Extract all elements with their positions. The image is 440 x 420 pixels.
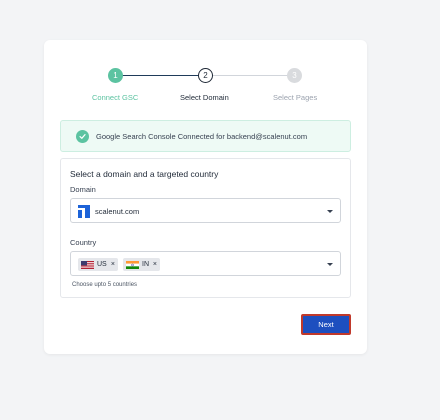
- chevron-down-icon[interactable]: [327, 210, 333, 213]
- step-3-indicator: 3: [287, 68, 302, 83]
- step-2-indicator: 2: [198, 68, 213, 83]
- country-multiselect[interactable]: US × IN ×: [70, 251, 341, 276]
- country-chip-us: US ×: [78, 258, 118, 271]
- next-button[interactable]: Next: [301, 314, 351, 335]
- india-flag-icon: [126, 261, 139, 269]
- domain-country-form: Select a domain and a targeted country D…: [60, 158, 351, 298]
- step-3-label: Select Pages: [273, 93, 318, 102]
- stepper: 1 2 3 Connect GSC Select Domain Select P…: [44, 40, 367, 110]
- stepper-connector-pending: [212, 75, 288, 76]
- country-label: Country: [70, 238, 97, 247]
- domain-selected-value: scalenut.com: [95, 207, 140, 216]
- country-chip-in: IN ×: [123, 258, 160, 271]
- setup-card: 1 2 3 Connect GSC Select Domain Select P…: [44, 40, 367, 354]
- alert-message: Google Search Console Connected for back…: [96, 132, 308, 141]
- stepper-connector-completed: [116, 75, 200, 76]
- step-1-label: Connect GSC: [92, 93, 139, 102]
- check-circle-icon: [76, 130, 89, 143]
- domain-label: Domain: [70, 185, 96, 194]
- form-title: Select a domain and a targeted country: [70, 169, 219, 179]
- chip-label: IN: [142, 261, 149, 268]
- domain-select[interactable]: scalenut.com: [70, 198, 341, 223]
- us-flag-icon: [81, 261, 94, 269]
- remove-chip-us-button[interactable]: ×: [111, 258, 115, 271]
- chip-label: US: [97, 261, 107, 268]
- chevron-down-icon[interactable]: [327, 263, 333, 266]
- remove-chip-in-button[interactable]: ×: [153, 258, 157, 271]
- step-2-label: Select Domain: [180, 93, 229, 102]
- country-hint: Choose upto 5 countries: [72, 282, 138, 288]
- scalenut-logo-icon: [78, 205, 90, 218]
- success-alert: Google Search Console Connected for back…: [60, 120, 351, 152]
- step-1-indicator: 1: [108, 68, 123, 83]
